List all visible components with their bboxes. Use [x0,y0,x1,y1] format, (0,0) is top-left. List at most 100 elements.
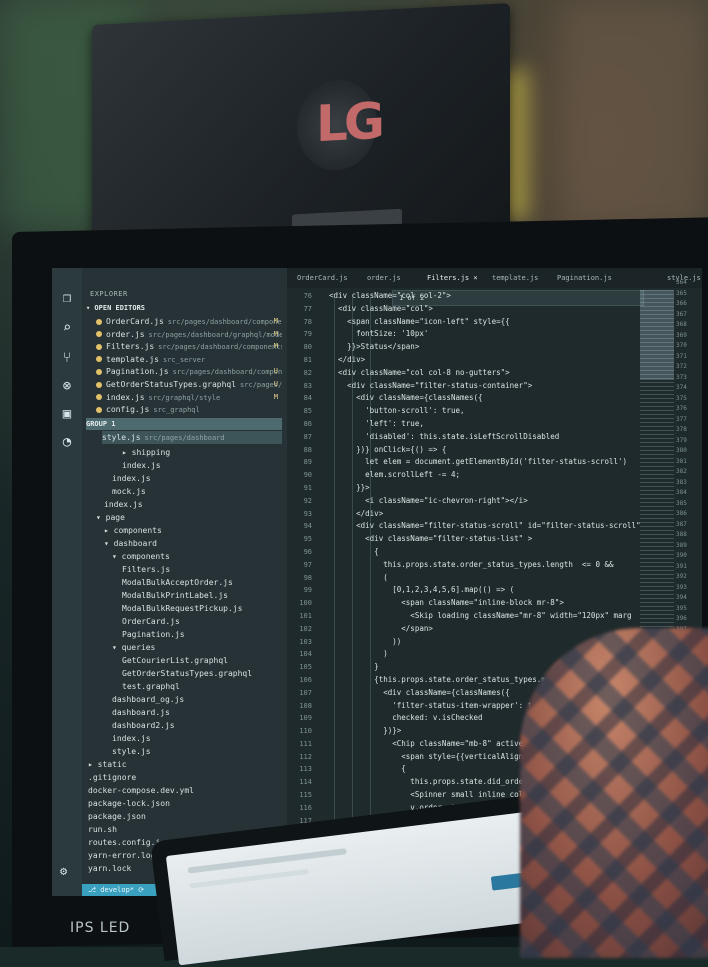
file-tree-item[interactable]: dashboard_og.js [112,693,282,706]
group-file-name: style.js [102,433,141,442]
group-file-item[interactable]: style.js src/pages/dashboard [102,431,282,444]
file-tree-item[interactable]: ▾ dashboard [104,537,282,550]
line-number: 87 [303,432,312,441]
file-tree-item[interactable]: Pagination.js [122,628,282,641]
person-foreground [520,628,708,958]
file-tree-item[interactable]: test.graphql [122,680,282,693]
file-tree-item[interactable]: docker-compose.dev.yml [88,784,282,797]
line-number: 96 [303,547,312,556]
line-number: 92 [303,496,312,505]
open-editor-item[interactable]: config.js src_graphql [96,403,282,416]
code-line: })} onClick={() => { [320,444,447,454]
open-editor-item[interactable]: Pagination.jssrc/pages/dashboard/compone… [96,365,282,378]
minimap-viewport[interactable] [640,290,674,380]
open-editor-name: template.js [106,354,159,364]
remote-icon[interactable]: ◔ [59,434,75,450]
line-number: 104 [299,650,312,659]
file-tree-item-name: package.json [88,812,146,821]
code-line: <Skip loading className="mr-8" width="12… [320,610,632,620]
file-tree-item[interactable]: index.js [112,472,282,485]
open-editor-path: src/pages/dashboard/graphql/models [148,330,282,339]
file-tree-item[interactable]: ▾ components [112,550,282,563]
editor-tab[interactable]: order.js [367,271,401,285]
file-tree-item-name: dashboard_og.js [112,695,185,704]
file-tree-item[interactable]: style.js [112,745,282,758]
line-number: 378 [676,426,687,433]
open-editor-path: src_graphql [153,406,200,415]
line-number: 380 [676,447,687,454]
extensions-icon[interactable]: ▣ [59,406,75,422]
open-editor-item[interactable]: OrderCard.js src/pages/dashboard/componen… [96,315,282,328]
gear-icon[interactable]: ⚙ [60,864,67,878]
code-line: fontSize: '10px' [320,329,429,339]
file-tree-item[interactable]: ▸ static [88,758,282,771]
file-tree-item[interactable]: index.js [122,459,282,472]
open-editor-path: src_server [162,355,206,364]
file-tree-item-name: Filters.js [122,565,171,574]
editor-tab[interactable]: template.js [492,271,538,285]
open-editor-item[interactable]: GetOrderStatusTypes.graphqlsrc/pages/das… [96,378,282,391]
file-icon [96,356,102,363]
file-tree-item[interactable]: ModalBulkAcceptOrder.js [122,576,282,589]
search-icon[interactable]: ⌕ [59,320,75,336]
file-tree-item[interactable]: mock.js [112,485,282,498]
file-tree-item[interactable]: ModalBulkRequestPickup.js [122,602,282,615]
code-line: </div> [320,508,384,518]
open-editor-item[interactable]: index.js src/graphql/style M [96,391,282,404]
source-control-icon[interactable]: ⑂ [59,350,75,366]
editor-tab[interactable]: Pagination.js [557,271,612,285]
file-tree-item[interactable]: ▸ components [104,524,282,537]
line-number: 387 [676,520,687,528]
file-icon [96,318,102,325]
code-line: <div className="filter-status-scroll" id… [320,521,640,531]
file-icon [96,406,102,413]
git-status-badge: U [273,380,278,388]
open-editor-name: OrderCard.js [106,317,164,326]
monitor-bezel-label: IPS LED [70,920,131,936]
line-number: 101 [299,611,312,620]
file-tree-item[interactable]: GetOrderStatusTypes.graphql [122,667,282,680]
line-number: 99 [303,586,312,595]
line-number: 91 [303,483,312,492]
file-tree-item-name: index.js [112,734,151,743]
git-status-badge: M [273,317,278,325]
file-tree-item[interactable]: Filters.js [122,563,282,576]
line-number: 94 [303,522,312,531]
line-number: 111 [299,739,312,748]
files-icon[interactable]: ❐ [59,290,75,306]
file-tree-item-name: ModalBulkPrintLabel.js [122,591,228,600]
file-tree-item[interactable]: GetCourierList.graphql [122,654,282,667]
line-number: 116 [299,803,312,812]
file-tree-item[interactable]: index.js [112,732,282,745]
open-editor-item[interactable]: Filters.js src/pages/dashboard/components… [96,340,282,353]
editor-tab[interactable]: Filters.js × [427,271,478,285]
line-number: 110 [299,727,312,736]
file-tree-item-name: mock.js [112,487,146,496]
file-tree-item[interactable]: package-lock.json [88,797,282,810]
file-tree-item[interactable]: dashboard.js [112,706,282,719]
line-number: 374 [676,384,687,391]
line-number: 78 [303,317,312,326]
editor-tab[interactable]: OrderCard.js [297,271,348,285]
code-line: }}>Status</span> [320,342,420,352]
line-number: 93 [303,509,312,518]
file-tree-item[interactable]: OrderCard.js [122,615,282,628]
debug-icon[interactable]: ⊗ [59,378,75,394]
group-1-header[interactable]: GROUP 1 [86,418,282,430]
open-editor-item[interactable]: template.js src_server [96,353,282,366]
code-line: 'disabled': this.state.isLeftScrollDisab… [320,431,560,441]
open-editors-header[interactable]: ▾ OPEN EDITORS [86,302,282,314]
file-tree-item[interactable]: dashboard2.js [112,719,282,732]
file-tree-item[interactable]: package.json [88,810,282,823]
file-tree-item[interactable]: ▸ shipping [122,446,282,459]
file-tree-item[interactable]: ▾ queries [112,641,282,654]
file-tree-item[interactable]: index.js [104,498,282,511]
file-tree-item[interactable]: ▾ page [96,511,282,524]
file-tree-item[interactable]: .gitignore [88,771,282,784]
open-editor-item[interactable]: order.js src/pages/dashboard/graphql/mode… [96,328,282,341]
file-tree-item-name: index.js [112,474,151,483]
file-tree-item-name: dashboard.js [112,708,170,717]
branch-status[interactable]: ⎇ develop* ⟳ [88,886,144,894]
code-line: }}> [320,482,370,492]
file-tree-item[interactable]: ModalBulkPrintLabel.js [122,589,282,602]
